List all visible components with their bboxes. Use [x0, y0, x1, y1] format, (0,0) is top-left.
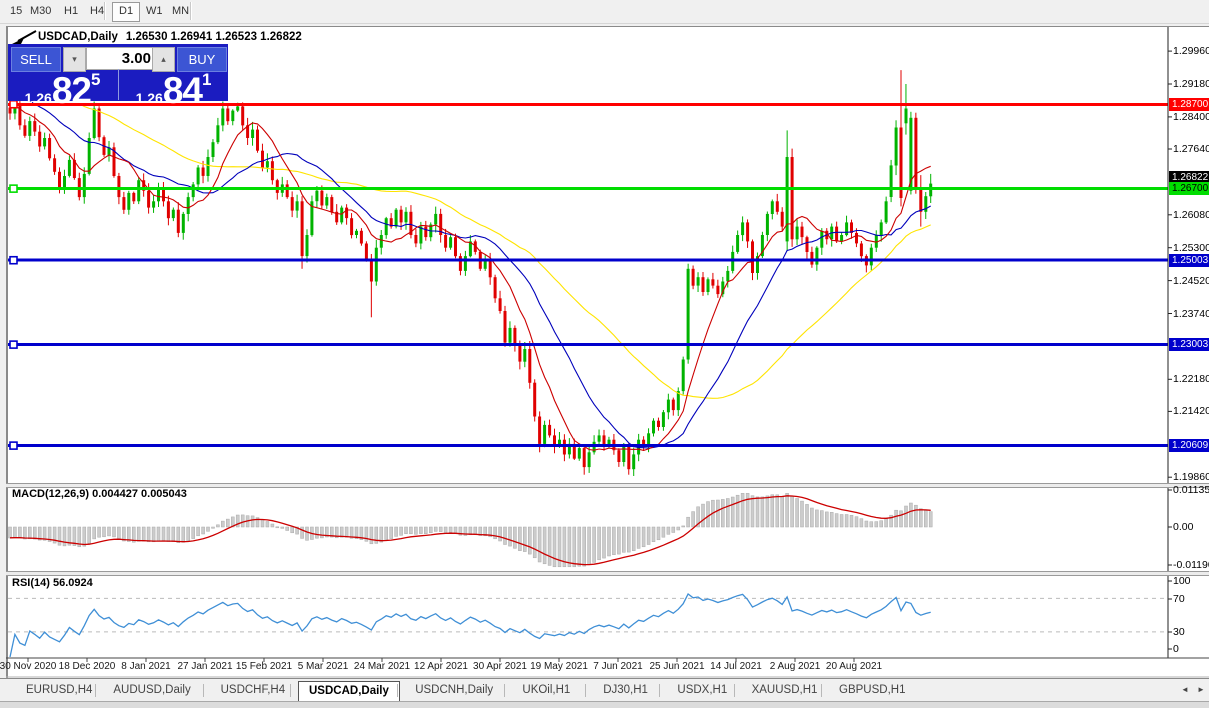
sell-price-head: 1.26 — [24, 90, 52, 106]
volume-decrease-button[interactable]: ▾ — [63, 47, 86, 72]
sell-button[interactable]: SELL — [11, 47, 61, 72]
tab-separator — [821, 684, 822, 697]
price-axis-label: 1.19860 — [1173, 471, 1209, 483]
macd-label: MACD(12,26,9) 0.004427 0.005043 — [12, 488, 187, 500]
macd-scale-label: 0.01135 — [1173, 484, 1209, 496]
tab-separator — [202, 684, 204, 697]
hline-price-tag: 1.28700 — [1169, 98, 1209, 111]
price-axis-label: 1.24520 — [1173, 275, 1209, 287]
macd-scale-label: 0.00 — [1173, 521, 1194, 533]
chart-tab-dj30[interactable]: DJ30,H1 — [593, 681, 658, 700]
hline-price-tag: 1.25003 — [1169, 254, 1209, 267]
tab-separator — [659, 684, 661, 697]
buy-price-big: 84 — [162, 70, 203, 111]
macd-scale-label: -0.01190 — [1173, 559, 1209, 571]
rsi-scale-label: 0 — [1173, 643, 1179, 655]
tab-separator — [504, 684, 506, 697]
hline-price-tag: 1.26700 — [1169, 182, 1209, 195]
chart-tab-ukoil[interactable]: UKOil,H1 — [512, 681, 580, 700]
chart-tab-eurusd[interactable]: EURUSD,H4 — [16, 681, 102, 700]
price-axis-label: 1.25300 — [1173, 242, 1209, 254]
chart-title: USDCAD,Daily 1.26530 1.26941 1.26523 1.26… — [38, 31, 310, 43]
hline-handle[interactable] — [9, 184, 18, 193]
chevron-up-icon: ▴ — [161, 54, 166, 64]
one-click-trading-panel: SELL ▾ 3.00 ▴ BUY 1.26825 1.26841 — [8, 44, 228, 109]
price-axis-label: 1.21420 — [1173, 405, 1209, 417]
price-axis-label: 1.26080 — [1173, 209, 1209, 221]
volume-increase-button[interactable]: ▴ — [152, 47, 175, 72]
sell-price-big: 82 — [51, 70, 92, 111]
hline-handle[interactable] — [9, 255, 18, 265]
buy-button[interactable]: BUY — [177, 47, 227, 72]
price-axis-label: 1.29180 — [1173, 78, 1209, 90]
sell-price-pipette: 5 — [90, 70, 101, 89]
tab-separator — [585, 684, 587, 697]
chart-tab-usdchf[interactable]: USDCHF,H4 — [211, 681, 296, 700]
chart-tab-usdcad[interactable]: USDCAD,Daily — [298, 681, 400, 702]
tab-separator — [733, 684, 735, 697]
chart-symbol-label: USDCAD,Daily — [38, 31, 118, 43]
chart-tab-audusd[interactable]: AUDUSD,Daily — [103, 681, 200, 700]
chevron-down-icon: ▾ — [72, 54, 77, 64]
tabs-scroll-left-icon[interactable]: ◄ — [1181, 685, 1189, 694]
hline-price-tag: 1.23003 — [1169, 338, 1209, 351]
price-axis-label: 1.22180 — [1173, 373, 1209, 385]
buy-price-head: 1.26 — [135, 90, 163, 106]
rsi-scale-label: 70 — [1173, 593, 1185, 605]
date-axis-label: 20 Aug 2021 — [825, 661, 883, 672]
rsi-panel-splitter[interactable] — [6, 571, 1209, 576]
tabs-scroll-right-icon[interactable]: ► — [1197, 685, 1205, 694]
price-axis-label: 1.23740 — [1173, 308, 1209, 320]
price-axis-label: 1.28400 — [1173, 111, 1209, 123]
buy-price: 1.26841 — [119, 70, 228, 109]
rsi-scale-label: 100 — [1173, 575, 1191, 587]
hline-price-tag: 1.20609 — [1169, 439, 1209, 452]
chart-tab-gbpusd[interactable]: GBPUSD,H1 — [829, 681, 915, 700]
chart-tab-usdx[interactable]: USDX,H1 — [667, 681, 737, 700]
tab-separator — [290, 684, 291, 697]
hline-handle[interactable] — [9, 340, 18, 349]
price-axis-label: 1.27640 — [1173, 143, 1209, 155]
price-axis-label: 1.29960 — [1173, 45, 1209, 57]
tab-separator — [95, 684, 97, 697]
tab-separator — [397, 684, 399, 697]
hline-handle[interactable] — [9, 99, 18, 109]
chart-tabbar: ◄ ► EURUSD,H4 AUDUSD,Daily USDCHF,H4 USDCAD… — [0, 679, 1209, 702]
hline-handle[interactable] — [9, 441, 18, 450]
rsi-label: RSI(14) 56.0924 — [12, 577, 93, 589]
volume-input[interactable]: 3.00 — [86, 47, 158, 70]
sell-price: 1.26825 — [8, 70, 117, 109]
buy-price-pipette: 1 — [201, 70, 212, 89]
chart-tab-xauusd[interactable]: XAUUSD,H1 — [742, 681, 828, 700]
rsi-scale-label: 30 — [1173, 626, 1185, 638]
chart-tab-usdcnh[interactable]: USDCNH,Daily — [405, 681, 503, 700]
chart-ohlc-values: 1.26530 1.26941 1.26523 1.26822 — [125, 31, 302, 43]
